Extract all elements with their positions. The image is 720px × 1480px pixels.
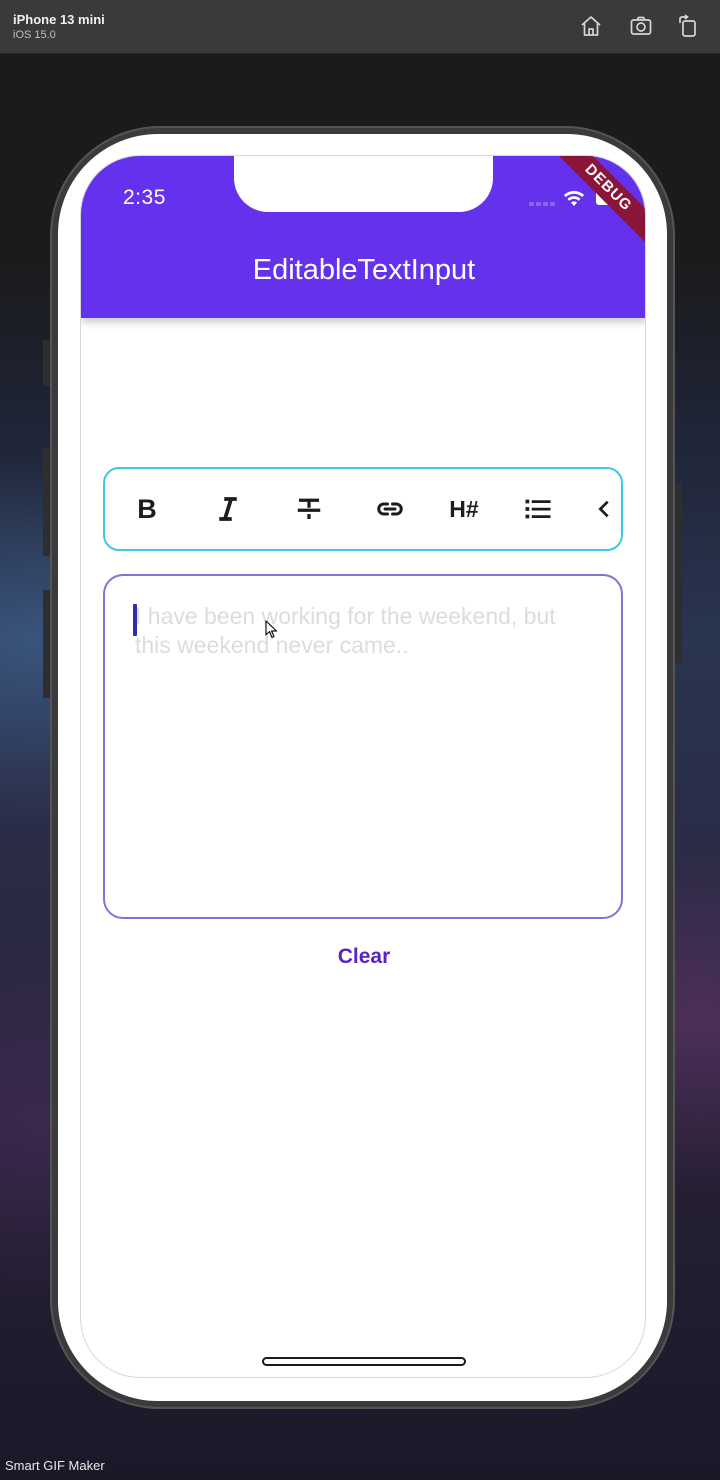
text-cursor [133,604,137,636]
chevron-left-icon [598,500,609,518]
strikethrough-icon [297,498,321,519]
heading-button[interactable]: H# [444,489,484,529]
power-button [674,483,682,663]
editor-placeholder: I have been working for the weekend, but… [135,603,556,658]
screenshot-icon[interactable] [629,14,653,38]
heading-icon: H# [449,495,479,522]
text-editor[interactable]: I have been working for the weekend, but… [103,574,623,919]
device-name: iPhone 13 mini [13,12,105,27]
bullet-list-button[interactable] [518,489,558,529]
cellular-signal-icon [529,202,555,206]
collapse-button[interactable] [589,489,619,529]
link-button[interactable] [370,489,410,529]
simulator-title-bar: iPhone 13 mini iOS 15.0 [0,0,720,54]
strikethrough-button[interactable] [289,489,329,529]
italic-button[interactable] [208,489,248,529]
mouse-pointer-icon [265,620,278,639]
format-toolbar: B H# [103,467,623,551]
status-time: 2:35 [123,186,166,209]
debug-banner: DEBUG [539,156,645,257]
home-indicator[interactable] [262,1357,466,1366]
watermark: Smart GIF Maker [5,1458,105,1473]
os-version: iOS 15.0 [13,29,56,41]
wifi-icon [564,191,584,206]
italic-icon [219,497,237,521]
home-icon[interactable] [579,14,603,38]
list-icon [525,499,551,519]
rotate-icon[interactable] [676,14,700,38]
bold-icon: B [137,493,157,524]
camera-notch [234,156,493,212]
clear-button[interactable]: Clear [314,940,414,974]
link-icon [377,502,403,516]
bold-button[interactable]: B [127,489,167,529]
device-screen: 2:35 EditableTextInput DEBUG B H# I have… [80,155,646,1378]
app-title: EditableTextInput [252,254,476,286]
